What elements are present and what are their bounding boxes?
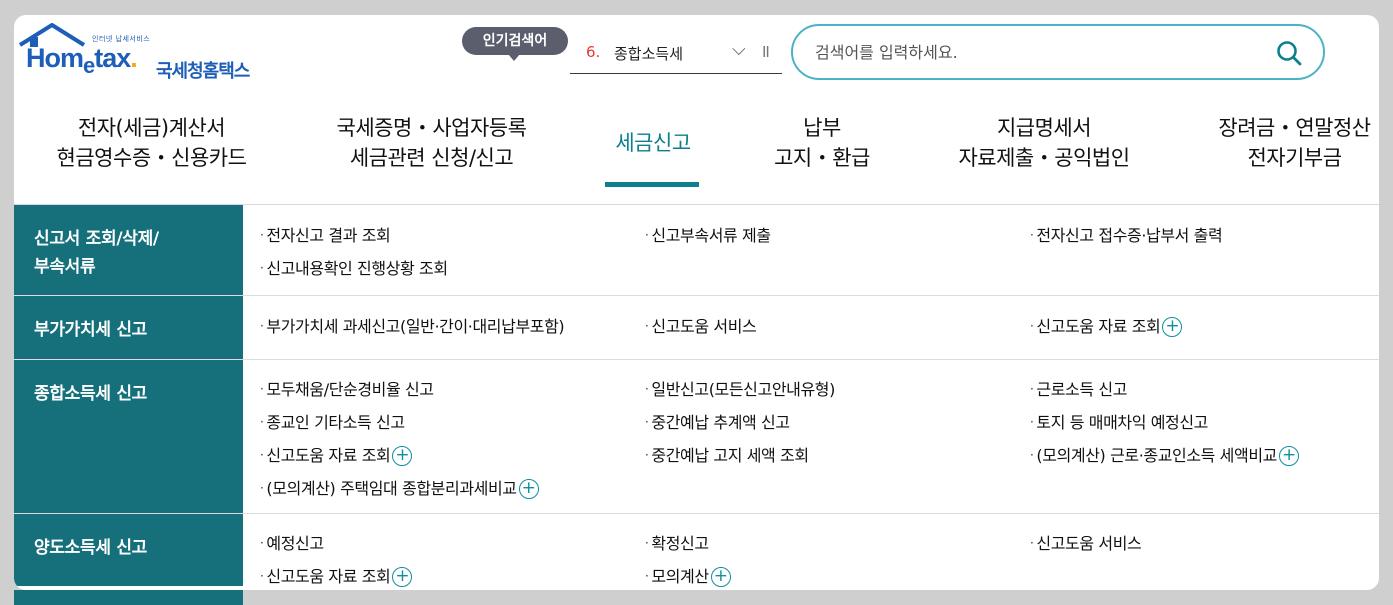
nav-payment[interactable]: 납부 고지・환급 bbox=[762, 113, 882, 173]
list-item[interactable]: (모의계산) 주택임대 종합분리과세비교+ bbox=[260, 475, 539, 500]
list-item[interactable]: 신고도움 자료 조회+ bbox=[260, 442, 413, 467]
logo-wordmark: Hometax. bbox=[26, 43, 138, 78]
tax-filing-submenu: 신고서 조회/삭제/부속서류 전자신고 결과 조회 신고부속서류 제출 전자신고… bbox=[14, 205, 1379, 588]
list-item[interactable]: 토지 등 매매차익 예정신고 bbox=[1030, 409, 1208, 433]
list-item[interactable]: 확정신고 bbox=[645, 530, 709, 554]
plus-icon[interactable]: + bbox=[710, 566, 731, 587]
nav-payment-statements[interactable]: 지급명세서 자료제출・공익법인 bbox=[944, 113, 1144, 173]
popular-search-ticker[interactable]: 6. 종합소득세 ⌵ II bbox=[570, 37, 782, 74]
list-item[interactable]: 모두채움/단순경비율 신고 bbox=[260, 376, 434, 400]
plus-icon[interactable]: + bbox=[1162, 316, 1183, 337]
list-item[interactable]: 모의계산+ bbox=[645, 563, 731, 588]
logo-korean-name: 국세청홈택스 bbox=[156, 61, 250, 82]
chevron-down-icon[interactable]: ⌵ bbox=[732, 39, 746, 60]
nav-certificates[interactable]: 국세증명・사업자등록 세금관련 신청/신고 bbox=[319, 113, 544, 173]
popular-rank: 6. bbox=[586, 43, 601, 61]
search-icon[interactable] bbox=[1275, 39, 1303, 67]
plus-icon[interactable]: + bbox=[392, 566, 413, 587]
plus-icon[interactable]: + bbox=[392, 445, 413, 466]
pause-icon[interactable]: II bbox=[762, 43, 770, 61]
search-input[interactable] bbox=[815, 40, 1255, 64]
main-nav: 전자(세금)계산서 현금영수증・신용카드 국세증명・사업자등록 세금관련 신청/신고… bbox=[14, 103, 1379, 203]
submenu-heading[interactable]: 신고서 조회/삭제/부속서류 bbox=[14, 205, 243, 295]
submenu-heading[interactable]: 종합소득세 신고 bbox=[14, 360, 243, 513]
submenu-row-returns: 신고서 조회/삭제/부속서류 전자신고 결과 조회 신고부속서류 제출 전자신고… bbox=[14, 205, 1379, 296]
nav-incentives[interactable]: 장려금・연말정산 전자기부금 bbox=[1207, 113, 1379, 173]
popular-search-badge: 인기검색어 bbox=[462, 27, 568, 61]
popular-term[interactable]: 종합소득세 bbox=[614, 43, 683, 64]
list-item[interactable]: 전자신고 결과 조회 bbox=[260, 222, 390, 246]
list-item[interactable]: (모의계산) 근로·종교인소득 세액비교+ bbox=[1030, 442, 1299, 467]
plus-icon[interactable]: + bbox=[518, 478, 539, 499]
list-item[interactable]: 근로소득 신고 bbox=[1030, 376, 1127, 400]
next-row-heading-edge bbox=[14, 590, 243, 605]
plus-icon[interactable]: + bbox=[1278, 445, 1299, 466]
list-item[interactable]: 종교인 기타소득 신고 bbox=[260, 409, 405, 433]
list-item[interactable]: 예정신고 bbox=[260, 530, 324, 554]
search-box bbox=[791, 24, 1325, 80]
list-item[interactable]: 부가가치세 과세신고(일반·간이·대리납부포함) bbox=[260, 313, 564, 337]
submenu-row-capital-gains: 양도소득세 신고 예정신고 확정신고 신고도움 서비스 신고도움 자료 조회+ … bbox=[14, 514, 1379, 588]
submenu-heading[interactable]: 부가가치세 신고 bbox=[14, 296, 243, 359]
nav-e-invoice[interactable]: 전자(세금)계산서 현금영수증・신용카드 bbox=[44, 113, 259, 173]
submenu-heading[interactable]: 양도소득세 신고 bbox=[14, 514, 243, 586]
list-item[interactable]: 일반신고(모든신고안내유형) bbox=[645, 376, 835, 400]
list-item[interactable]: 신고도움 자료 조회+ bbox=[260, 563, 413, 588]
list-item[interactable]: 신고도움 서비스 bbox=[1030, 530, 1141, 554]
nav-active-indicator bbox=[605, 182, 699, 187]
hometax-logo[interactable]: 인터넷 납세서비스 Hometax. 국세청홈택스 bbox=[18, 23, 288, 82]
list-item[interactable]: 신고내용확인 진행상황 조회 bbox=[260, 255, 448, 279]
list-item[interactable]: 중간예납 고지 세액 조회 bbox=[645, 442, 809, 466]
list-item[interactable]: 신고도움 자료 조회+ bbox=[1030, 313, 1183, 338]
main-panel: 인터넷 납세서비스 Hometax. 국세청홈택스 인기검색어 6. 종합소득세… bbox=[14, 15, 1379, 590]
list-item[interactable]: 신고부속서류 제출 bbox=[645, 222, 771, 246]
nav-tax-filing[interactable]: 세금신고 bbox=[605, 128, 701, 158]
list-item[interactable]: 전자신고 접수증·납부서 출력 bbox=[1030, 222, 1222, 246]
submenu-row-vat: 부가가치세 신고 부가가치세 과세신고(일반·간이·대리납부포함) 신고도움 서… bbox=[14, 296, 1379, 360]
list-item[interactable]: 신고도움 서비스 bbox=[645, 313, 756, 337]
submenu-row-income-tax: 종합소득세 신고 모두채움/단순경비율 신고 일반신고(모든신고안내유형) 근로… bbox=[14, 360, 1379, 514]
list-item[interactable]: 중간예납 추계액 신고 bbox=[645, 409, 790, 433]
